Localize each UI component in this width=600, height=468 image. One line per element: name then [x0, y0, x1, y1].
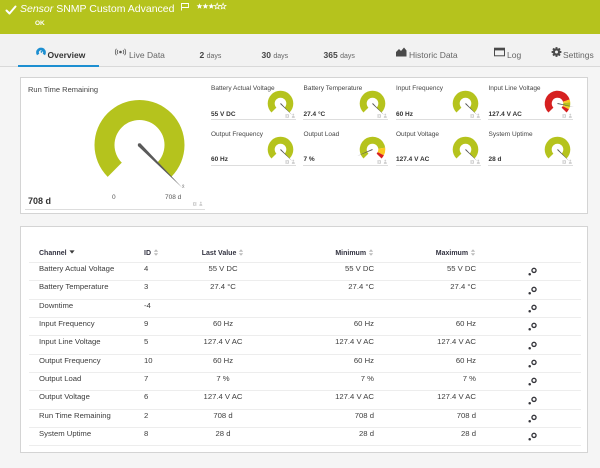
svg-text:x̄: x̄	[182, 184, 185, 190]
